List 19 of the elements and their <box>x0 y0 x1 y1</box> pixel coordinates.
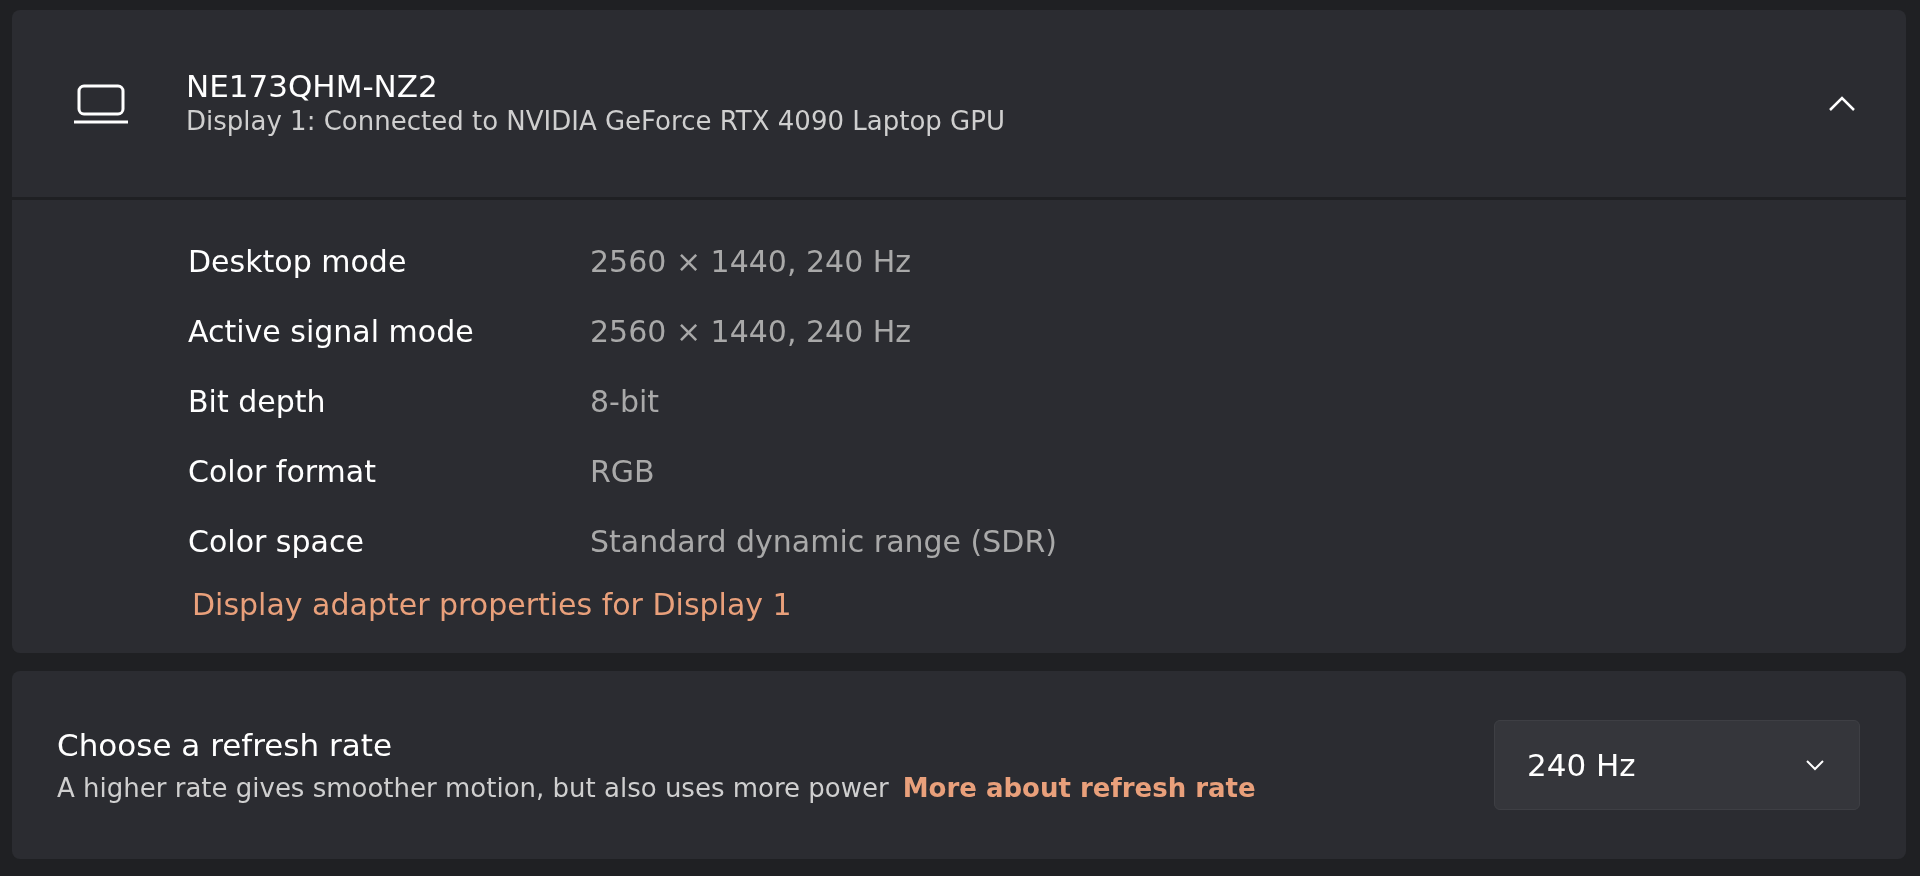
property-label: Active signal mode <box>188 312 475 351</box>
adapter-properties-link[interactable]: Display adapter properties for Display 1 <box>192 582 792 627</box>
property-value: Standard dynamic range (SDR) <box>590 522 1057 561</box>
laptop-icon <box>72 82 130 125</box>
property-label: Color space <box>188 522 365 561</box>
property-label: Bit depth <box>188 382 327 421</box>
property-value: 2560 × 1440, 240 Hz <box>590 242 912 281</box>
refresh-rate-dropdown[interactable]: 240 Hz <box>1494 720 1860 810</box>
property-value: 8-bit <box>590 382 660 421</box>
setting-title: Choose a refresh rate <box>57 726 393 766</box>
property-label: Color format <box>188 452 377 491</box>
help-link[interactable]: More about refresh rate <box>902 768 1256 808</box>
setting-description: A higher rate gives smoother motion, but also uses more power <box>57 771 889 805</box>
display-name: NE173QHM-NZ2 <box>186 68 439 106</box>
display-connection: Display 1: Connected to NVIDIA GeForce RTX 4090 Laptop GPU <box>186 105 1006 139</box>
caret-icon <box>1805 759 1825 771</box>
property-value: RGB <box>590 452 655 491</box>
property-label: Desktop mode <box>188 242 408 281</box>
property-value: 2560 × 1440, 240 Hz <box>590 312 912 351</box>
